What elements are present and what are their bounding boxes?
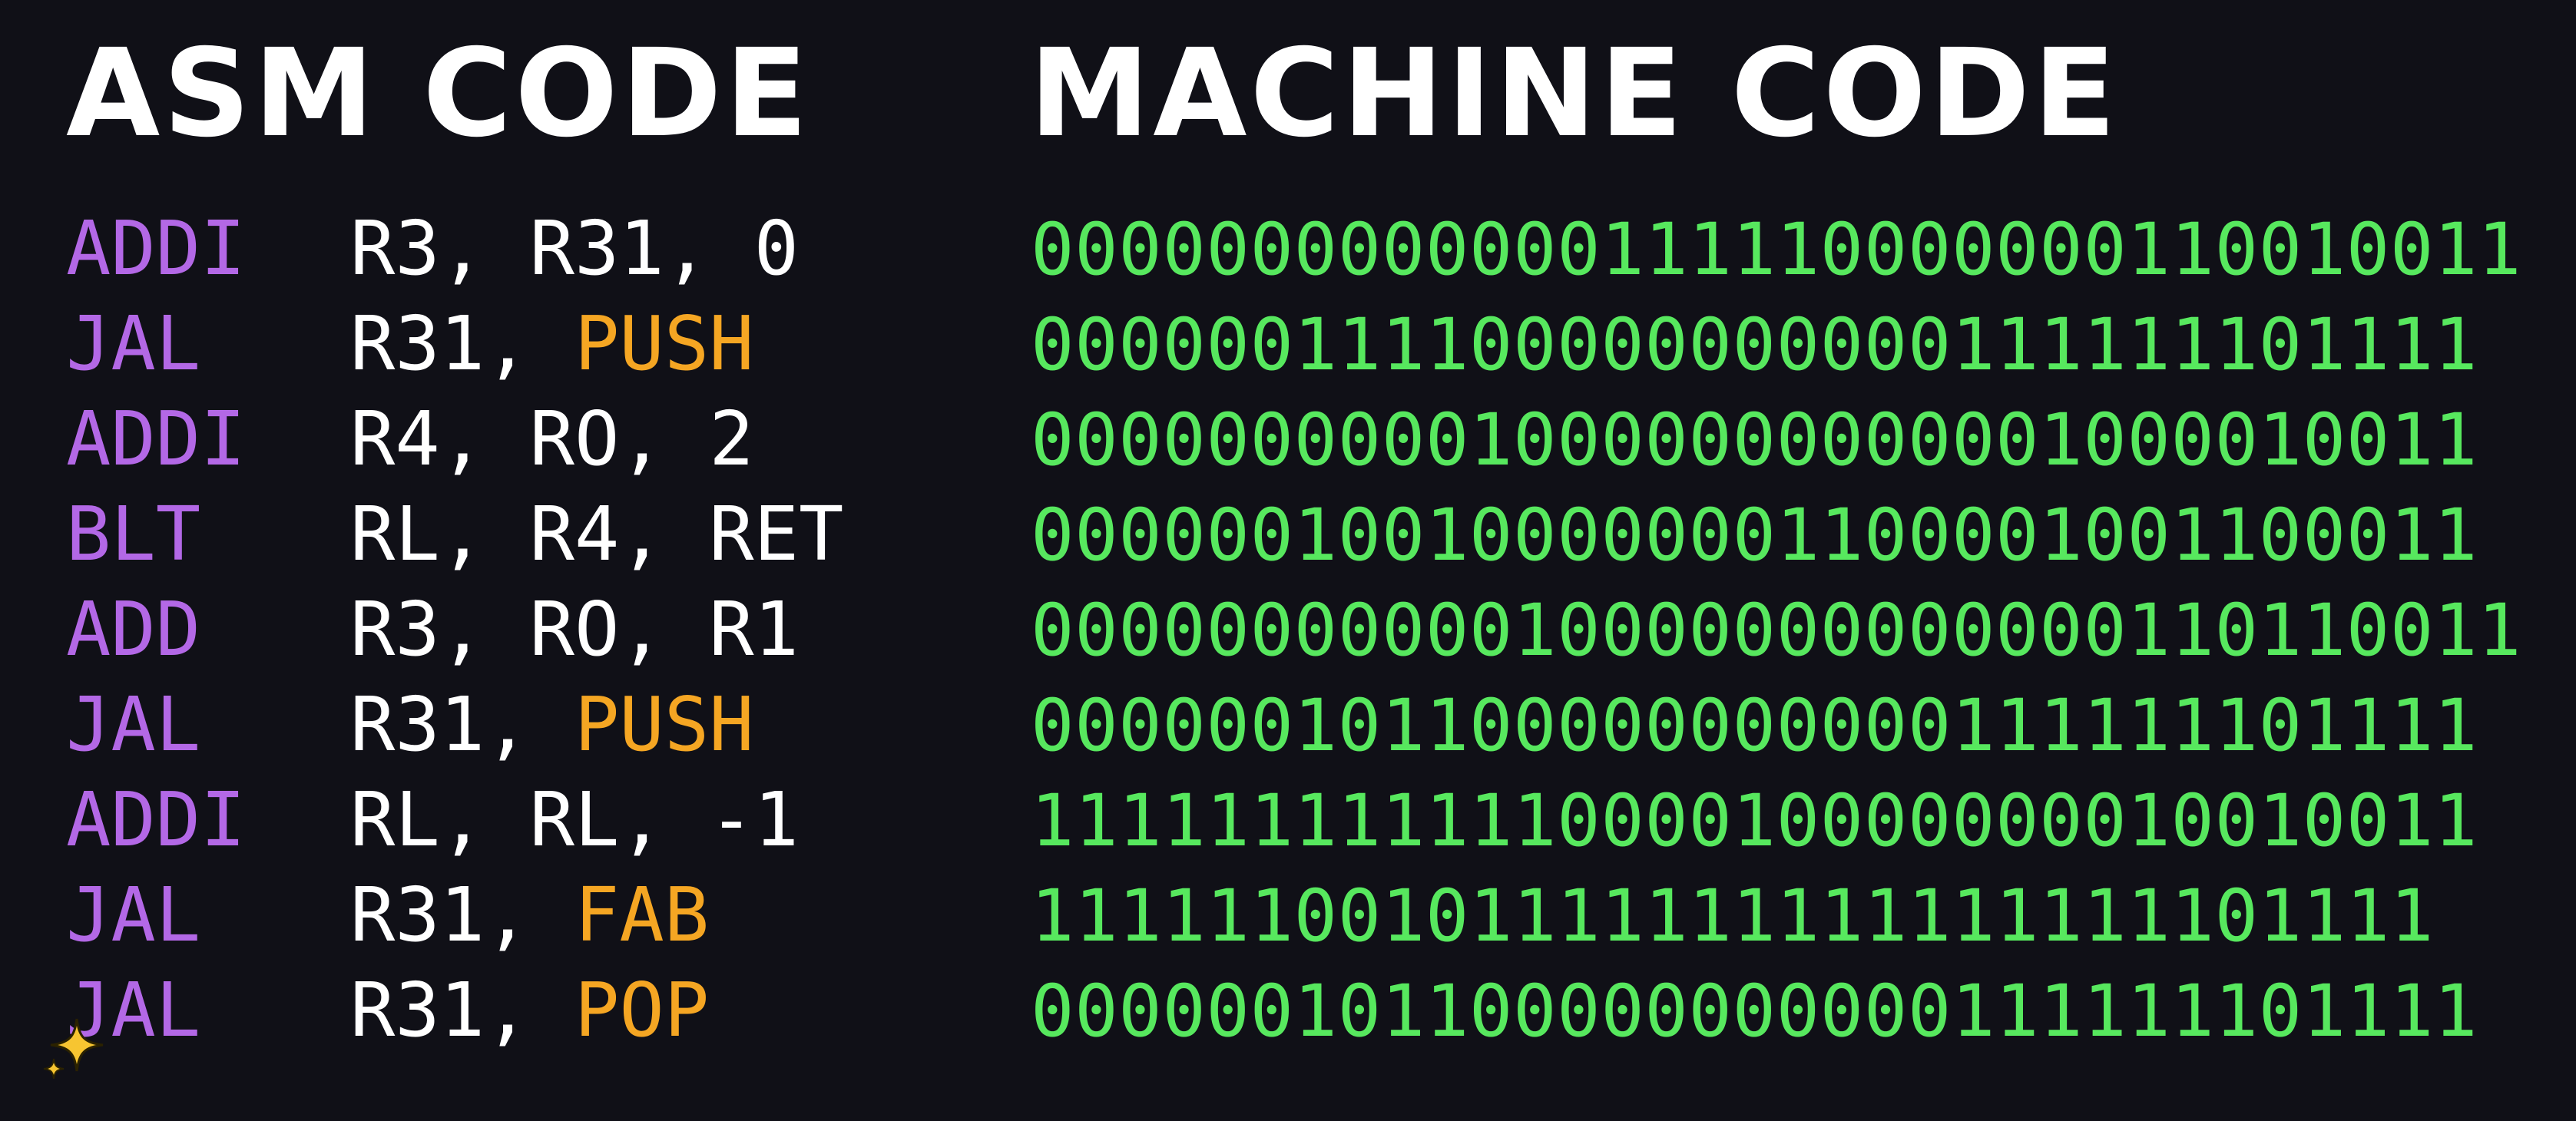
operand: RO, [529,586,664,673]
asm-code-heading: ASM CODE [66,23,811,164]
binary-instruction: 000000101100000000000111111101111 [1031,684,2478,768]
operand: R31, [350,681,530,768]
operand: R1 [709,586,800,673]
opcode: JAL [66,967,201,1053]
label-operand: PUSH [574,300,754,387]
operand: RET [709,491,844,577]
binary-instruction: 000000101100000000000111111101111 [1031,970,2478,1053]
operand: 0 [753,205,800,292]
binary-instruction: 11111100101111111111111111101111 [1031,875,2434,958]
binary-instruction: 000000000010000000000001000010011 [1031,398,2478,482]
machine-line-7: 111111111111000010000000010010011 [1031,772,2521,868]
asm-line-7: ADDI RL, RL, -1 [66,772,843,868]
operand: R3, [350,205,485,292]
opcode: ADDI [66,205,246,292]
asm-line-8: JAL R31, FAB [66,868,843,963]
operand: RO, [529,395,664,482]
machine-code-list: 0000000000000111110000000110010011 00000… [1031,201,2521,1058]
operand: -1 [709,776,800,863]
opcode: ADD [66,586,201,673]
operand: R31, [529,205,710,292]
opcode: JAL [66,871,201,958]
sparkle-icon [43,1018,104,1079]
operand: R31, [350,871,530,958]
binary-instruction: 111111111111000010000000010010011 [1031,779,2478,863]
machine-line-6: 000000101100000000000111111101111 [1031,677,2521,772]
operand: R31, [350,967,530,1053]
operand: R31, [350,300,530,387]
machine-line-4: 000000100100000001100001001100011 [1031,487,2521,582]
binary-instruction: 0000000000000111110000000110010011 [1031,208,2522,292]
operand: RL, [350,776,485,863]
asm-line-3: ADDI R4, RO, 2 [66,392,843,487]
asm-line-1: ADDI R3, R31, 0 [66,201,843,296]
operand: R3, [350,586,485,673]
machine-line-9: 000000101100000000000111111101111 [1031,963,2521,1058]
asm-line-6: JAL R31, PUSH [66,677,843,772]
binary-instruction: 000000111100000000000111111101111 [1031,303,2478,387]
label-operand: FAB [574,871,710,958]
opcode: JAL [66,300,201,387]
machine-line-5: 0000000000010000000000000110110011 [1031,582,2521,677]
asm-code-list: ADDI R3, R31, 0 JAL R31, PUSH ADDI R4, RO, … [66,201,843,1058]
machine-line-8: 11111100101111111111111111101111 [1031,868,2521,963]
label-operand: POP [574,967,710,1053]
machine-line-1: 0000000000000111110000000110010011 [1031,201,2521,296]
machine-line-2: 000000111100000000000111111101111 [1031,296,2521,392]
operand: 2 [709,395,754,482]
opcode: BLT [66,491,201,577]
machine-line-3: 000000000010000000000001000010011 [1031,392,2521,487]
opcode: ADDI [66,395,246,482]
operand: R4, [529,491,664,577]
machine-code-heading: MACHINE CODE [1029,23,2120,164]
asm-line-9: JAL R31, POP [66,963,843,1058]
label-operand: PUSH [574,681,754,768]
asm-line-5: ADD R3, RO, R1 [66,582,843,677]
asm-line-2: JAL R31, PUSH [66,296,843,392]
asm-line-4: BLT RL, R4, RET [66,487,843,582]
binary-instruction: 0000000000010000000000000110110011 [1031,589,2522,673]
opcode: ADDI [66,776,246,863]
operand: R4, [350,395,485,482]
opcode: JAL [66,681,201,768]
binary-instruction: 000000100100000001100001001100011 [1031,494,2478,577]
operand: RL, [350,491,485,577]
operand: RL, [529,776,664,863]
